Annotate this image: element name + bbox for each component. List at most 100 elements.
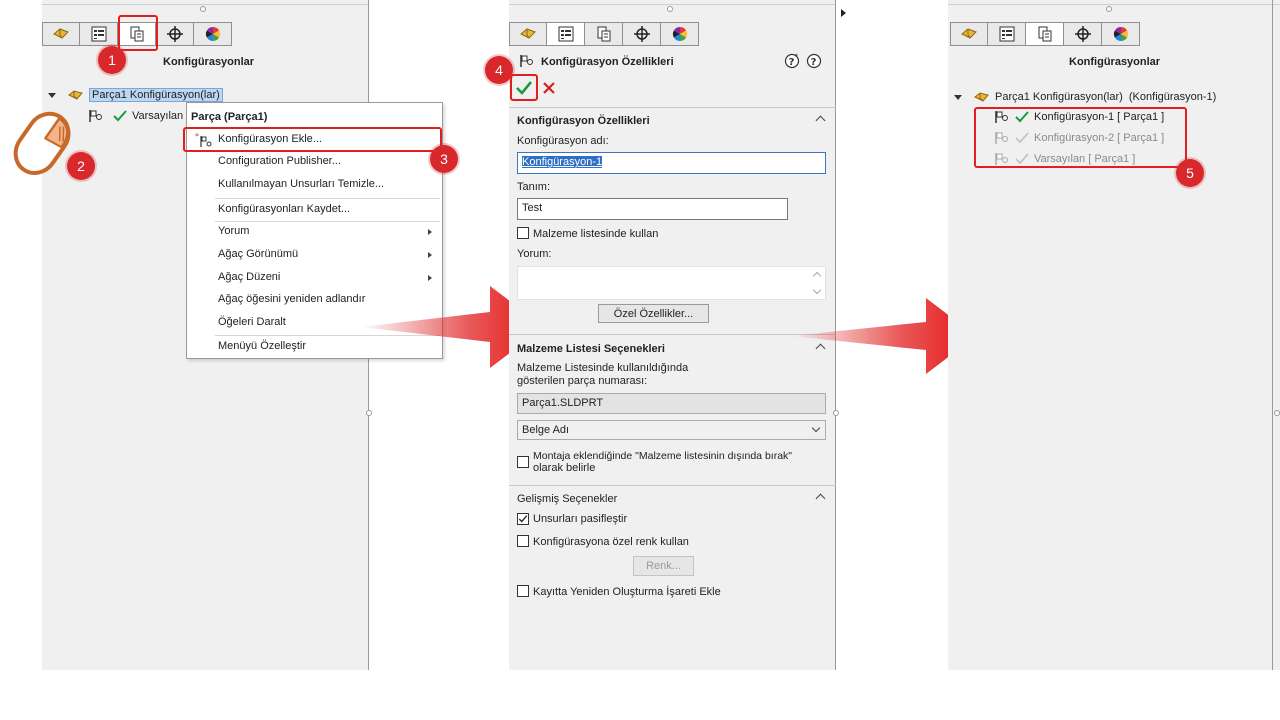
tree-root-item[interactable]: Parça1 Konfigürasyon(lar)	[48, 88, 223, 102]
configuration-flag-icon	[520, 55, 533, 67]
step-callout-2: 2	[67, 152, 95, 180]
color-button[interactable]: Renk...	[633, 556, 694, 576]
panel-top-bar	[42, 0, 369, 18]
use-in-bom-checkbox[interactable]	[517, 227, 529, 239]
panel-top-bar	[509, 0, 836, 18]
step-callout-3: 3	[430, 145, 458, 173]
display-manager-tab[interactable]	[194, 22, 232, 46]
submenu-arrow-icon	[428, 252, 432, 258]
property-list-icon	[558, 26, 573, 42]
context-menu-header: Parça (Parça1)	[191, 111, 268, 123]
submenu-arrow-icon	[428, 275, 432, 281]
rebuild-mark-checkbox[interactable]	[517, 585, 529, 597]
dropdown-value: Belge Adı	[522, 424, 570, 436]
collapse-arrow-icon[interactable]	[48, 92, 56, 98]
custom-properties-button[interactable]: Özel Özellikler...	[598, 304, 709, 323]
config-name-field[interactable]: Konfigürasyon-1	[517, 152, 826, 174]
description-field[interactable]: Test	[517, 198, 788, 220]
display-manager-tab[interactable]	[661, 22, 699, 46]
tree-item-label: Varsayılan	[132, 110, 184, 122]
feature-manager-tab[interactable]	[42, 22, 80, 46]
rebuild-mark-label: Kayıtta Yeniden Oluşturma İşareti Ekle	[533, 586, 721, 598]
display-manager-tab[interactable]	[1102, 22, 1140, 46]
splitter-grip[interactable]	[1274, 410, 1280, 416]
menu-separator	[215, 198, 440, 199]
property-manager-tab[interactable]	[547, 22, 585, 46]
configuration-flag-icon	[89, 110, 102, 122]
menu-item-customize-menu[interactable]: Menüyü Özelleştir	[218, 340, 306, 352]
step-callout-4: 4	[485, 56, 513, 84]
menu-item-save-configurations[interactable]: Konfigürasyonları Kaydet...	[218, 203, 350, 215]
feature-tree-icon	[53, 28, 69, 39]
collapse-section-icon[interactable]	[815, 493, 826, 504]
comment-label: Yorum:	[517, 248, 552, 260]
feature-manager-tab[interactable]	[509, 22, 547, 46]
exclude-from-bom-label-2: olarak belirle	[533, 462, 596, 474]
feature-tree-icon	[961, 28, 977, 39]
feature-manager-tab[interactable]	[950, 22, 988, 46]
configuration-manager-tab[interactable]	[1026, 22, 1064, 46]
check-icon	[113, 110, 127, 122]
comment-field[interactable]	[517, 266, 826, 300]
collapse-section-icon[interactable]	[815, 115, 826, 126]
cancel-x-button[interactable]	[543, 82, 555, 94]
scroll-up-icon[interactable]	[812, 271, 822, 281]
menu-item-collapse-items[interactable]: Öğeleri Daralt	[218, 316, 286, 328]
tree-root-label: Parça1 Konfigürasyon(lar) (Konfigürasyon…	[995, 91, 1217, 103]
property-manager-tab[interactable]	[80, 22, 118, 46]
config-manager-panel-3: Konfigürasyonlar Parça1 Konfigürasyon(la…	[948, 0, 1280, 670]
configuration-properties-panel: Konfigürasyon Özellikleri ? * ? Konfigüra…	[485, 0, 839, 670]
menu-item-rename-tree-item[interactable]: Ağaç öğesini yeniden adlandır	[218, 293, 365, 305]
config-color-checkbox[interactable]	[517, 535, 529, 547]
property-manager-tab[interactable]	[988, 22, 1026, 46]
highlight-add-configuration	[183, 127, 442, 152]
menu-item-tree-order[interactable]: Ağaç Düzeni	[218, 271, 280, 283]
property-list-icon	[999, 26, 1014, 42]
crosshair-icon	[166, 26, 183, 42]
splitter-grip[interactable]	[366, 410, 372, 416]
menu-separator	[215, 221, 440, 222]
dimxpert-tab[interactable]	[623, 22, 661, 46]
svg-text:?: ?	[811, 57, 817, 68]
comment-scrollbar[interactable]	[811, 267, 825, 299]
menu-item-delete-unused-features[interactable]: Kullanılmayan Unsurları Temizle...	[218, 178, 384, 190]
panel-title: Konfigürasyonlar	[163, 56, 255, 68]
crosshair-icon	[1074, 26, 1091, 42]
highlight-ok-button	[510, 74, 538, 101]
panel-title: Konfigürasyonlar	[1069, 56, 1161, 68]
submenu-arrow-icon	[428, 229, 432, 235]
whats-new-help-icon[interactable]: ?*	[784, 53, 800, 69]
tree-root-item[interactable]: Parça1 Konfigürasyon(lar) (Konfigürasyon…	[954, 90, 1216, 104]
dimxpert-tab[interactable]	[1064, 22, 1102, 46]
exclude-from-bom-checkbox[interactable]	[517, 456, 529, 468]
menu-item-comment[interactable]: Yorum	[218, 225, 249, 237]
panel-expand-arrow-icon[interactable]	[841, 9, 846, 17]
crosshair-icon	[633, 26, 650, 42]
tree-root-label: Parça1 Konfigürasyon(lar)	[89, 88, 223, 102]
configuration-icon	[1038, 26, 1051, 42]
section-heading-properties: Konfigürasyon Özellikleri	[517, 115, 650, 127]
configuration-icon	[597, 26, 610, 42]
use-in-bom-label: Malzeme listesinde kullan	[533, 228, 659, 240]
bom-part-number-desc-1: Malzeme Listesinde kullanıldığında	[517, 362, 689, 374]
svg-text:?: ?	[789, 57, 795, 68]
parts-icon	[974, 90, 990, 104]
menu-item-configuration-publisher[interactable]: Configuration Publisher...	[218, 155, 341, 167]
color-wheel-icon	[672, 26, 687, 42]
step-callout-1: 1	[98, 46, 126, 74]
configuration-manager-tab[interactable]	[585, 22, 623, 46]
suppress-features-checkbox[interactable]	[517, 513, 529, 525]
checkmark-icon	[518, 515, 528, 523]
feature-tree-icon	[520, 28, 536, 39]
section-heading-bom-options: Malzeme Listesi Seçenekleri	[517, 343, 665, 355]
config-name-label: Konfigürasyon adı:	[517, 135, 609, 147]
color-wheel-icon	[1113, 26, 1128, 42]
splitter-grip[interactable]	[833, 410, 839, 416]
part-number-source-dropdown[interactable]: Belge Adı	[517, 420, 826, 440]
collapse-arrow-icon[interactable]	[954, 94, 962, 100]
scroll-down-icon[interactable]	[812, 285, 822, 295]
menu-item-tree-display[interactable]: Ağaç Görünümü	[218, 248, 298, 260]
help-icon[interactable]: ?	[806, 53, 822, 69]
tree-item-default[interactable]: Varsayılan	[88, 109, 183, 123]
dimxpert-tab[interactable]	[156, 22, 194, 46]
